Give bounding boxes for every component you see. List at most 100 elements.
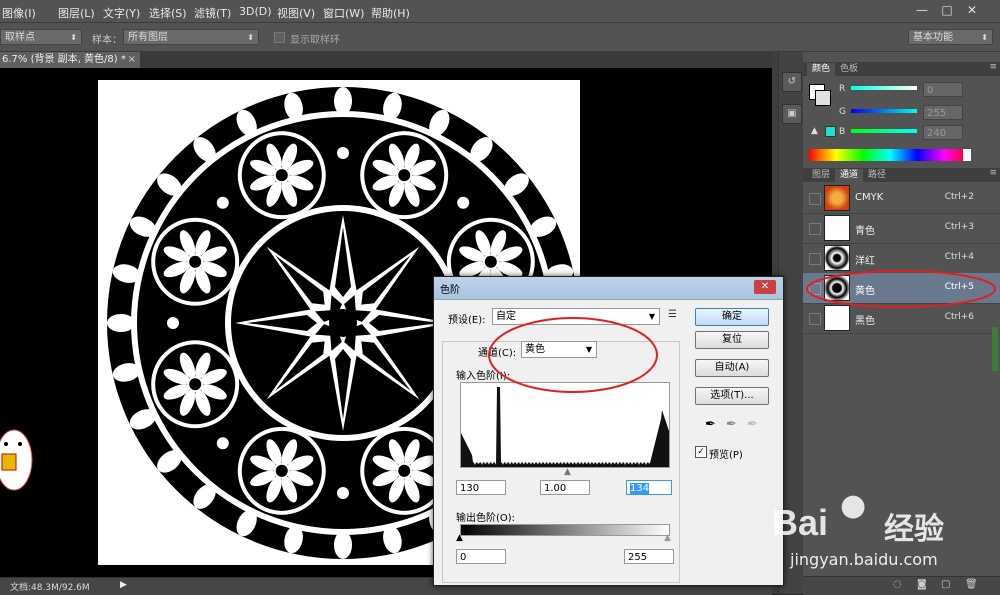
document-tab[interactable]: 6.7% (背景 副本, 黄色/8) * ×: [0, 52, 140, 68]
gamma-slider-handle[interactable]: ▲: [564, 467, 571, 477]
background-color-swatch[interactable]: [815, 90, 831, 106]
tab-bar-filler: [140, 52, 772, 68]
watermark-brand: Bai: [772, 502, 829, 543]
r-value-field[interactable]: 0: [923, 82, 963, 97]
output-gradient: [460, 524, 670, 536]
properties-icon[interactable]: ▣: [782, 104, 802, 124]
baidu-watermark: Bai ● 经验 jingyan.baidu.com: [772, 482, 992, 582]
tab-paths[interactable]: 路径: [863, 169, 891, 182]
menu-bar: 图像(I) 图层(L) 文字(Y) 选择(S) 滤镜(T) 3D(D) 视图(V…: [0, 0, 1000, 23]
menu-select[interactable]: 选择(S): [149, 5, 187, 21]
channel-name: CMYK: [855, 192, 884, 203]
b-slider[interactable]: [851, 129, 917, 133]
output-white-field[interactable]: 255: [624, 549, 674, 564]
watermark-brand-cn: 经验: [884, 512, 944, 547]
options-bar: 取样点 ⬍ 样本： 所有图层 ⬍ 显示取样环 基本功能 ⬍: [0, 23, 1000, 52]
channel-shortcut: Ctrl+4: [944, 252, 974, 262]
channel-name: 青色: [855, 226, 875, 237]
g-value-field[interactable]: 255: [923, 105, 963, 120]
chevron-down-icon: ⬍: [247, 33, 254, 42]
status-menu-arrow[interactable]: ▶: [120, 580, 127, 590]
chevron-down-icon: ⬍: [70, 33, 77, 42]
tab-swatches[interactable]: 色板: [835, 63, 863, 76]
g-label: G: [839, 107, 846, 117]
menu-image[interactable]: 图像(I): [2, 5, 36, 21]
menu-window[interactable]: 窗口(W): [323, 5, 364, 21]
options-button[interactable]: 选项(T)...: [695, 387, 769, 405]
gray-eyedropper-icon[interactable]: ✒: [726, 417, 737, 432]
preset-options-icon[interactable]: ☰: [668, 309, 677, 320]
g-slider[interactable]: [851, 109, 917, 113]
panel-menu-icon[interactable]: ≡: [989, 168, 997, 178]
close-icon[interactable]: ×: [128, 52, 136, 68]
show-ring-checkbox[interactable]: [274, 32, 285, 43]
ok-button[interactable]: 确定: [695, 308, 769, 326]
menu-help[interactable]: 帮助(H): [371, 5, 410, 21]
input-black-field[interactable]: 130: [456, 480, 506, 495]
gamut-warning-icon: ▲: [811, 126, 818, 136]
white-eyedropper-icon[interactable]: ✒: [747, 417, 758, 432]
channel-row-cyan[interactable]: 青色 Ctrl+3: [803, 213, 1000, 244]
output-black-handle[interactable]: ▲: [456, 533, 463, 543]
document-size: 文档:48.3M/92.6M: [10, 583, 90, 593]
input-levels-slider[interactable]: ▲: [460, 467, 668, 477]
channel-shortcut: Ctrl+3: [944, 222, 974, 232]
watermark-url: jingyan.baidu.com: [790, 550, 938, 569]
visibility-toggle[interactable]: [809, 253, 821, 265]
chevron-down-icon: ⬍: [981, 33, 988, 42]
channel-name: 黑色: [855, 316, 875, 327]
annotation-ellipse-yellow: [806, 270, 996, 308]
dialog-title: 色阶: [440, 285, 460, 296]
workspace-value: 基本功能: [913, 32, 953, 43]
channel-thumbnail: [824, 185, 850, 211]
show-ring-label: 显示取样环: [290, 35, 340, 46]
workspace-select[interactable]: 基本功能 ⬍: [908, 29, 993, 45]
visibility-toggle[interactable]: [809, 193, 821, 205]
b-label: B: [839, 127, 846, 137]
menu-3d[interactable]: 3D(D): [239, 5, 272, 18]
minimize-button[interactable]: —: [913, 3, 931, 17]
panel-menu-icon[interactable]: ≡: [989, 62, 997, 72]
visibility-toggle[interactable]: [809, 223, 821, 235]
dialog-title-bar[interactable]: 色阶 ✕: [434, 277, 783, 300]
input-gamma-field[interactable]: 1.00: [540, 480, 590, 495]
sample-size-select[interactable]: 取样点 ⬍: [0, 29, 82, 45]
preview-checkbox[interactable]: ✓: [695, 446, 707, 458]
input-white-field[interactable]: 134: [626, 480, 672, 495]
r-label: R: [839, 84, 846, 94]
b-value-field[interactable]: 240: [923, 125, 963, 140]
tab-layers[interactable]: 图层: [807, 169, 835, 182]
mascot-sticker: [0, 424, 34, 494]
annotation-ellipse-channel: [488, 317, 658, 393]
maximize-button[interactable]: □: [938, 3, 956, 17]
output-white-handle[interactable]: ▲: [664, 533, 671, 543]
panel-scrollbar[interactable]: [992, 327, 998, 371]
websafe-color-icon[interactable]: [825, 126, 836, 137]
menu-type[interactable]: 文字(Y): [103, 5, 140, 21]
paw-icon: ●: [840, 488, 867, 523]
reset-button[interactable]: 复位: [695, 331, 769, 349]
input-white-value: 134: [630, 483, 650, 494]
menu-layer[interactable]: 图层(L): [58, 5, 95, 21]
output-black-field[interactable]: 0: [456, 549, 506, 564]
dialog-close-button[interactable]: ✕: [754, 280, 776, 294]
sample-layers-select[interactable]: 所有图层 ⬍: [123, 29, 259, 45]
history-icon[interactable]: ↺: [782, 72, 802, 92]
visibility-toggle[interactable]: [809, 313, 821, 325]
channels-panel-tabs: 图层 通道 路径 ≡: [803, 168, 1000, 182]
output-levels-label: 输出色阶(O):: [456, 513, 516, 524]
tab-channels[interactable]: 通道: [835, 169, 864, 182]
channel-row-cmyk[interactable]: CMYK Ctrl+2: [803, 183, 1000, 214]
sample-layers-value: 所有图层: [128, 32, 168, 43]
close-button[interactable]: ✕: [963, 3, 981, 17]
auto-button[interactable]: 自动(A): [695, 359, 769, 377]
channel-shortcut: Ctrl+6: [944, 312, 974, 322]
white-swatch[interactable]: [963, 149, 971, 161]
tab-color[interactable]: 颜色: [807, 63, 836, 76]
r-slider[interactable]: [851, 86, 917, 90]
menu-view[interactable]: 视图(V): [277, 5, 315, 21]
sample-size-value: 取样点: [5, 32, 35, 43]
color-spectrum-bar[interactable]: [809, 149, 971, 161]
menu-filter[interactable]: 滤镜(T): [194, 5, 231, 21]
black-eyedropper-icon[interactable]: ✒: [705, 417, 716, 432]
